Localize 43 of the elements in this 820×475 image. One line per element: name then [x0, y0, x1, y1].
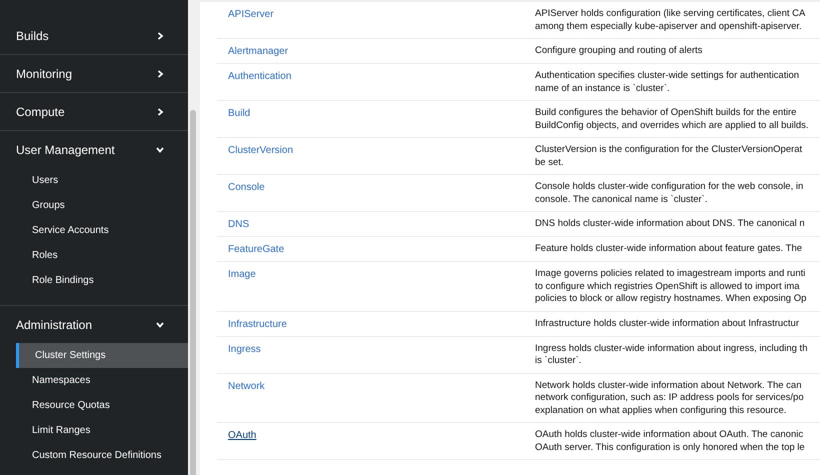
resource-link[interactable]: Network: [228, 380, 265, 392]
resource-description: Feature holds cluster-wide information about feature gates. The: [535, 243, 802, 256]
resource-link[interactable]: Alertmanager: [228, 45, 288, 58]
resource-description: Ingress holds cluster-wide information about ingress, including th is `cluster`.: [535, 342, 808, 368]
nav-item[interactable]: Limit Ranges: [16, 418, 188, 443]
nav-item[interactable]: Users: [16, 168, 188, 193]
resource-link[interactable]: Build: [228, 107, 250, 120]
resource-link[interactable]: ClusterVersion: [228, 144, 294, 157]
resource-description: Configure grouping and routing of alerts: [535, 45, 702, 58]
nav-section-toggle[interactable]: Administration: [16, 316, 92, 334]
nav-section-toggle[interactable]: Monitoring: [16, 64, 72, 82]
resource-link[interactable]: Console: [228, 181, 265, 194]
resource-link[interactable]: Ingress: [228, 342, 261, 356]
resource-description: Image governs policies related to imagestream imports and runti to configure which registries OpenShift is allowed to import ima policies to block or allow registry hostnames. When exposing Op: [535, 268, 806, 306]
resource-link[interactable]: FeatureGate: [228, 243, 284, 256]
nav-item[interactable]: Service Accounts: [16, 218, 188, 243]
nav-section-toggle[interactable]: Builds: [16, 26, 49, 44]
resource-link[interactable]: Authentication: [228, 70, 292, 83]
resource-description: APIServer holds configuration (like serving certificates, client CA among them especially kube-apiserver and openshift-apiserver.: [535, 8, 806, 33]
resource-description: DNS holds cluster-wide information about DNS. The canonical n: [535, 218, 805, 231]
resource-description: ClusterVersion is the configuration for the ClusterVersionOperat be set.: [535, 144, 802, 169]
nav-section-toggle[interactable]: Compute: [16, 102, 65, 120]
scrollbar-thumb[interactable]: [190, 110, 196, 475]
resource-description: Console holds cluster-wide configuration for the web console, in console. The canonical name is `cluster`.: [535, 181, 804, 206]
nav-item[interactable]: Cluster Settings: [16, 343, 188, 368]
resource-link[interactable]: Image: [228, 268, 256, 281]
resource-link[interactable]: Infrastructure: [228, 318, 287, 330]
resource-description: Build configures the behavior of OpenShift builds for the entire BuildConfig objects, and overrides which are applied to all builds.: [535, 107, 809, 132]
resource-link[interactable]: APIServer: [228, 8, 274, 21]
nav-section-toggle[interactable]: User Management: [16, 140, 115, 158]
resource-link[interactable]: OAuth: [228, 429, 256, 442]
nav-item[interactable]: Resource Quotas: [16, 393, 188, 418]
nav-item[interactable]: Role Bindings: [16, 268, 188, 293]
nav-item[interactable]: Groups: [16, 193, 188, 218]
resource-description: Infrastructure holds cluster-wide information about Infrastructur: [535, 318, 800, 330]
resource-link[interactable]: DNS: [228, 218, 250, 231]
nav-item[interactable]: Namespaces: [16, 368, 188, 393]
resource-description: Network holds cluster-wide information about Network. The can network configuration, such as: IP address pools for services/po explanation on what applies when configuring this resource.: [535, 380, 804, 417]
resource-description: OAuth holds cluster-wide information about OAuth. The canonic OAuth server. This configuration is only honored when the top le: [535, 429, 805, 454]
resource-description: Authentication specifies cluster-wide settings for authentication name of an instance is `cluster`.: [535, 70, 800, 95]
nav-item[interactable]: Roles: [16, 243, 188, 268]
scrollbar[interactable]: [188, 0, 200, 475]
nav-item[interactable]: Custom Resource Definitions: [16, 443, 188, 468]
